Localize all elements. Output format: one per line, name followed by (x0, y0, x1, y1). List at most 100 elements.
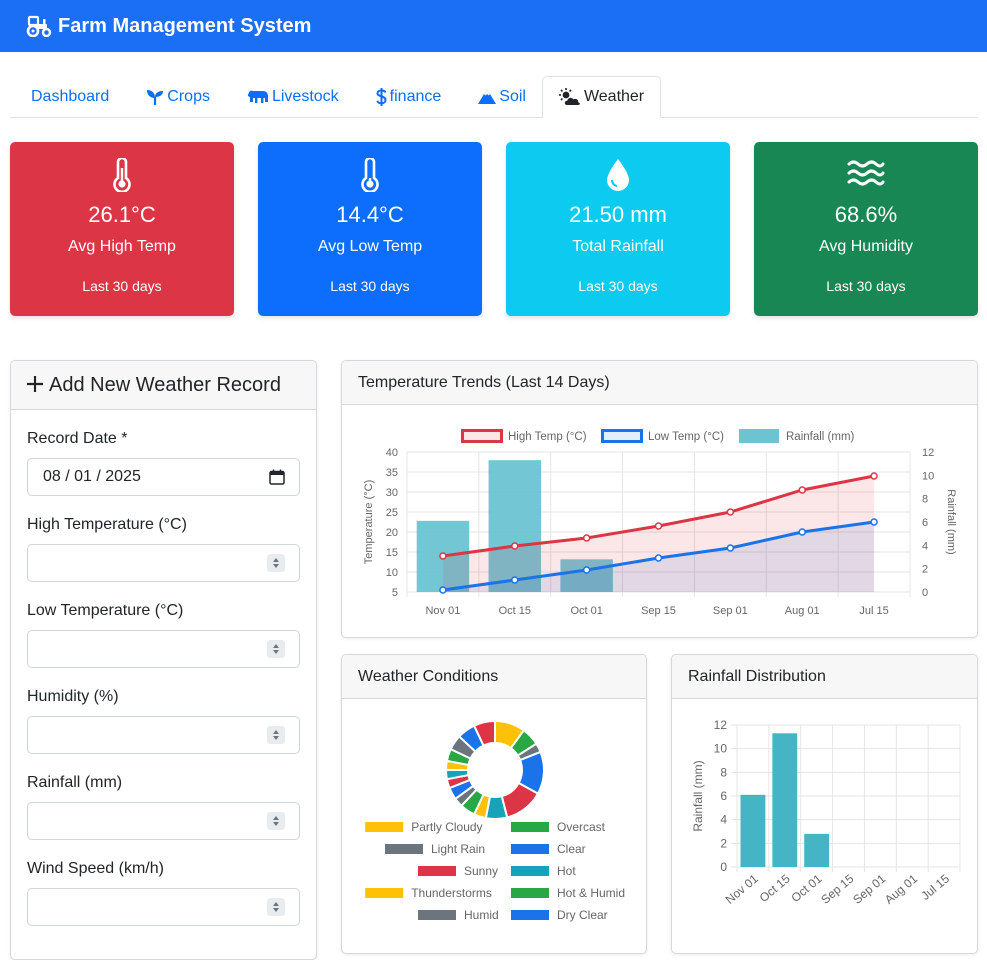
rainfall-distribution-chart: 0 2 4 6 8 10 12 Nov 01Oct 15Oct 01Sep 15Sep 01A… (691, 718, 961, 907)
high-temp-label: High Temperature (°C) (27, 516, 187, 533)
x-tick-label: Jul 15 (859, 605, 888, 617)
tab-dashboard[interactable]: Dashboard (10, 76, 125, 117)
data-point (582, 534, 591, 542)
stat-label: Total Rainfall (572, 238, 664, 255)
y2-tick-label: 0 (922, 587, 928, 599)
data-point (654, 522, 663, 530)
x-tick-label: Nov 01 (425, 605, 460, 617)
trend-title: Temperature Trends (Last 14 Days) (358, 373, 610, 391)
weather-conditions-chart: Partly Cloudy Overcast Light Rain Clear Sunn… (365, 719, 625, 922)
data-point (511, 542, 519, 550)
tab-weather[interactable]: Weather (541, 76, 662, 118)
rainfall-title: Rainfall Distribution (688, 667, 826, 685)
rainfall-bar (772, 733, 798, 867)
data-point (798, 528, 806, 536)
record-date-value: 08 / 01 / 2025 (43, 468, 141, 485)
x-tick-label: Oct 15 (757, 871, 793, 905)
calendar-icon[interactable] (269, 469, 285, 485)
humidity-input[interactable] (27, 716, 300, 754)
y-tick-label: 12 (714, 718, 728, 732)
legend-label: Rainfall (mm) (786, 431, 855, 443)
legend-swatch (511, 866, 549, 876)
y-tick-label: 10 (714, 742, 728, 756)
data-point (439, 552, 447, 560)
rainfall-input[interactable] (27, 802, 300, 840)
y-axis-title: Rainfall (mm) (691, 760, 705, 831)
legend-swatch (739, 429, 779, 443)
tab-soil[interactable]: Soil (457, 76, 542, 117)
y2-tick-label: 12 (922, 447, 934, 459)
y-tick-label: 35 (386, 467, 398, 479)
stat-label: Avg Low Temp (317, 238, 423, 255)
trend-header: Temperature Trends (Last 14 Days) (342, 361, 977, 405)
tab-crops[interactable]: Crops (125, 76, 226, 117)
number-spinner[interactable] (267, 898, 285, 916)
data-point (798, 486, 806, 494)
wind-speed-input[interactable] (27, 888, 300, 926)
y-tick-label: 30 (386, 487, 398, 499)
rainfall-distribution-card: Rainfall Distribution 0 2 4 6 8 10 12 Nov 01 Oct… (671, 654, 978, 954)
x-tick-label: Sep 15 (818, 871, 856, 906)
temperature-trends-card: Temperature Trends (Last 14 Days) 5 10 15 2… (341, 360, 978, 638)
rainfall-label: Rainfall (mm) (27, 774, 123, 791)
legend-swatch (365, 822, 404, 832)
y-tick-label: 10 (386, 567, 398, 579)
dollar-icon (376, 87, 387, 106)
cloud-sun-icon (558, 88, 580, 105)
y-tick-label: 40 (386, 447, 398, 459)
tab-label: finance (389, 87, 442, 105)
brand[interactable]: Farm Management System (26, 15, 311, 38)
conditions-title: Weather Conditions (358, 667, 499, 685)
form-header: Add New Weather Record (11, 361, 316, 410)
data-point (870, 518, 878, 526)
y-tick-label: 25 (386, 507, 398, 519)
record-date-input[interactable]: 08 / 01 / 2025 (27, 458, 300, 496)
form-title-text: Add New Weather Record (49, 373, 281, 396)
thermometer-icon (113, 158, 131, 192)
stat-subtext: Last 30 days (82, 278, 162, 294)
legend-label: Hot & Humid (557, 886, 625, 900)
legend-label: Light Rain (431, 842, 485, 856)
legend-swatch (461, 429, 503, 443)
stat-subtext: Last 30 days (578, 278, 658, 294)
y-tick-label: 2 (720, 836, 727, 850)
thermometer-icon (361, 158, 379, 192)
tab-livestock[interactable]: Livestock (226, 76, 355, 117)
low-temp-input[interactable] (27, 630, 300, 668)
mountain-icon (478, 89, 497, 104)
number-spinner[interactable] (267, 554, 285, 572)
legend-label: Clear (557, 842, 586, 856)
y2-tick-label: 8 (922, 494, 928, 506)
data-point (582, 566, 591, 574)
number-spinner[interactable] (267, 726, 285, 744)
tractor-icon (26, 15, 52, 37)
tab-label: Soil (499, 87, 526, 105)
tab-finance[interactable]: finance (355, 76, 458, 117)
tab-label: Weather (583, 88, 645, 105)
legend-swatch (365, 888, 404, 898)
y-tick-label: 4 (720, 813, 727, 827)
x-tick-label: Sep 15 (641, 605, 676, 617)
legend-swatch (601, 429, 643, 443)
legend-swatch (511, 888, 549, 898)
data-point (439, 586, 447, 594)
high-temp-input[interactable] (27, 544, 300, 582)
legend-swatch (511, 822, 549, 832)
humidity-label: Humidity (%) (27, 688, 119, 705)
legend-label: Thunderstorms (411, 886, 492, 900)
y-tick-label: 6 (720, 789, 727, 803)
legend-label: Low Temp (°C) (648, 431, 724, 443)
number-spinner[interactable] (267, 640, 285, 658)
x-tick-label: Sep 01 (850, 871, 888, 906)
x-tick-label: Oct 15 (499, 605, 531, 617)
number-spinner[interactable] (267, 812, 285, 830)
legend-swatch (511, 910, 549, 920)
rainfall-bar (740, 794, 766, 867)
stat-card-low-temp: 14.4°C Avg Low Temp Last 30 days (258, 142, 482, 316)
x-tick-label: Jul 15 (918, 871, 952, 903)
y2-axis-title: Rainfall (mm) (945, 489, 957, 554)
stat-subtext: Last 30 days (330, 278, 410, 294)
stat-card-rainfall: 21.50 mm Total Rainfall Last 30 days (506, 142, 730, 316)
x-tick-label: Oct 01 (570, 605, 602, 617)
wind-speed-label: Wind Speed (km/h) (27, 860, 164, 877)
